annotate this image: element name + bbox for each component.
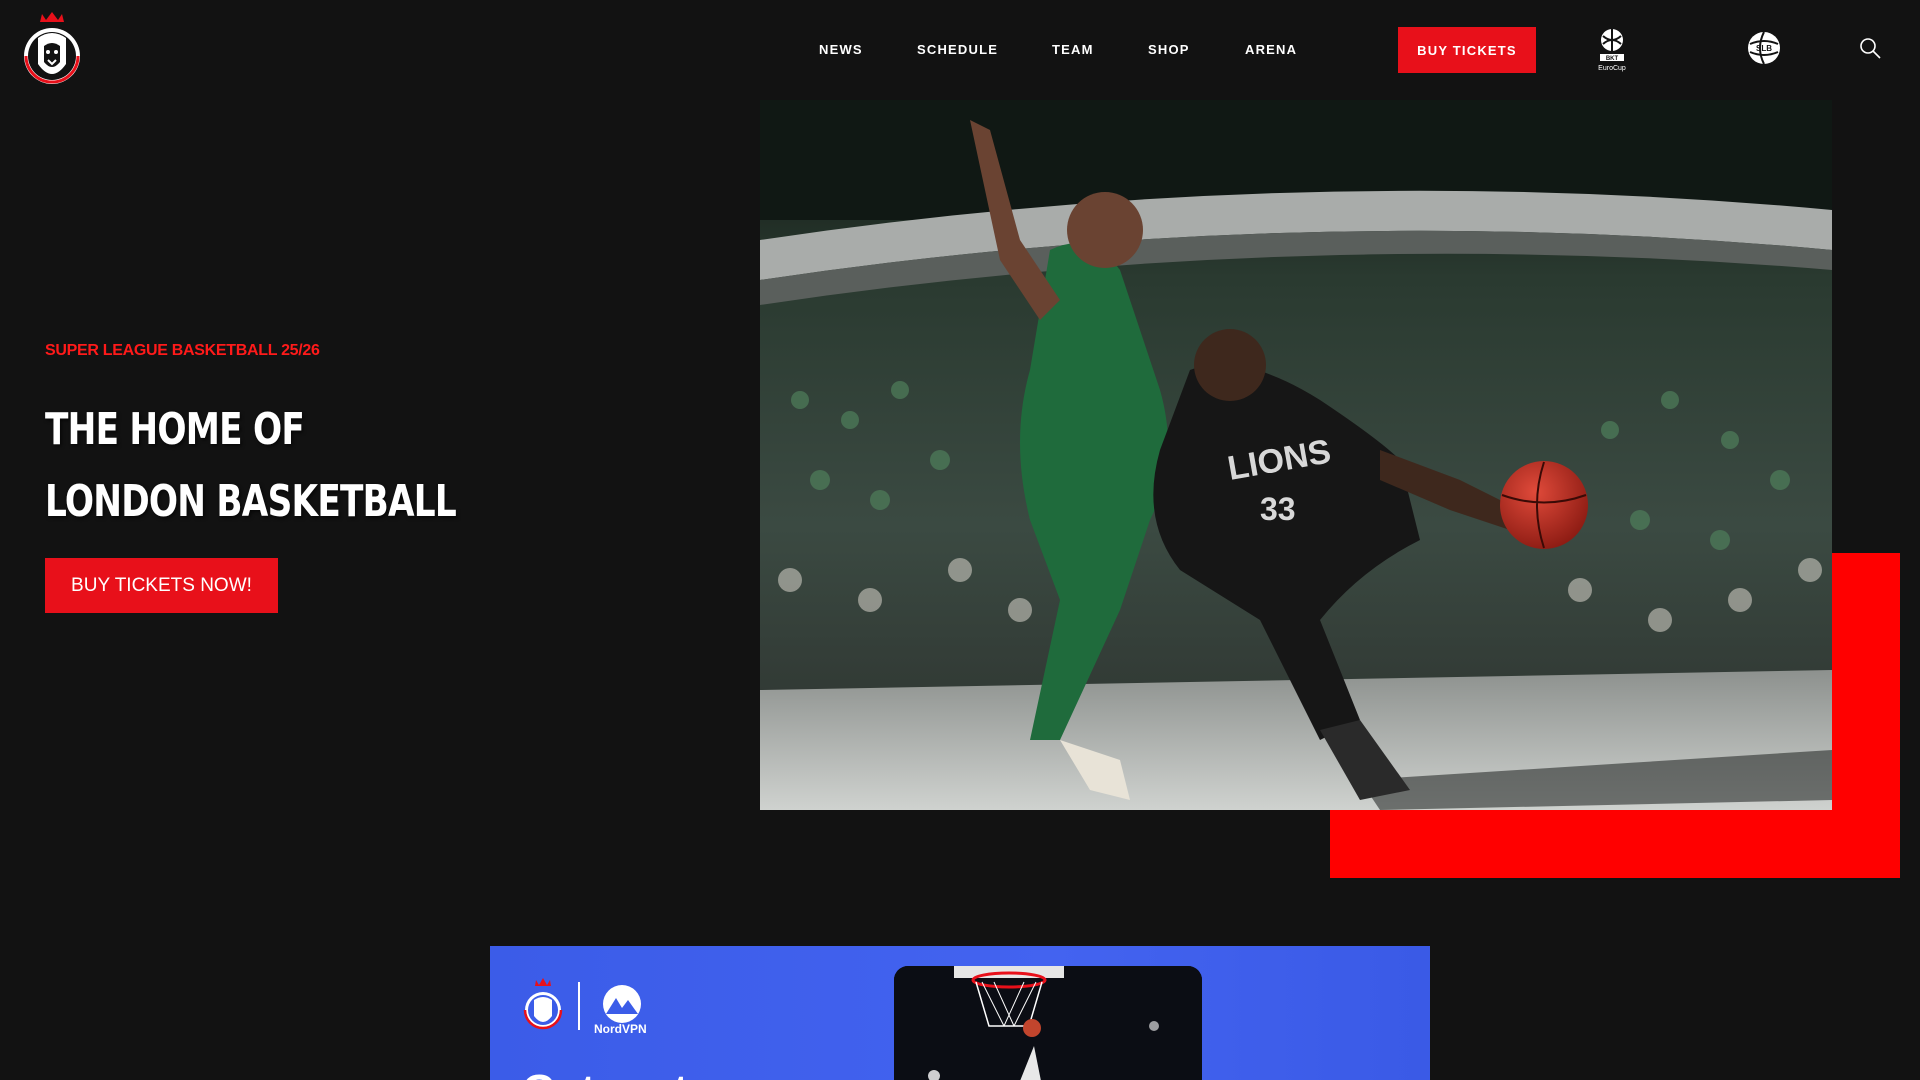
eurocup-logo-icon[interactable]: BKT EuroCup bbox=[1590, 26, 1634, 74]
hero-title-line-2: LONDON BASKETBALL bbox=[45, 476, 457, 527]
svg-text:SLB: SLB bbox=[1756, 44, 1772, 53]
svg-text:BKT: BKT bbox=[1606, 56, 1619, 62]
hero-kicker: SUPER LEAGUE BASKETBALL 25/26 bbox=[45, 342, 320, 359]
nordvpn-promo-banner[interactable]: NordVPN Get up to bbox=[490, 946, 1430, 1080]
buy-tickets-button[interactable]: BUY TICKETS bbox=[1398, 27, 1536, 73]
svg-text:33: 33 bbox=[1260, 491, 1296, 527]
nav-item-arena[interactable]: ARENA bbox=[1245, 42, 1297, 57]
nav-item-shop[interactable]: SHOP bbox=[1148, 42, 1190, 57]
nordvpn-wordmark: NordVPN bbox=[594, 1022, 647, 1036]
eurocup-logo-text: EuroCup bbox=[1598, 65, 1626, 72]
buy-tickets-now-button[interactable]: BUY TICKETS NOW! bbox=[45, 558, 278, 613]
hero-text-block: SUPER LEAGUE BASKETBALL 25/26 THE HOME O… bbox=[45, 342, 685, 538]
nav-item-team[interactable]: TEAM bbox=[1052, 42, 1094, 57]
site-header: NEWS SCHEDULE TEAM SHOP ARENA BUY TICKET… bbox=[0, 0, 1920, 100]
promo-headline: Get up to bbox=[522, 1066, 715, 1080]
nav-item-news[interactable]: NEWS bbox=[819, 42, 863, 57]
page: NEWS SCHEDULE TEAM SHOP ARENA BUY TICKET… bbox=[0, 0, 1920, 1080]
hero-photo: LIONS 33 bbox=[760, 100, 1832, 810]
promo-divider bbox=[578, 982, 580, 1030]
hero-title-line-1: THE HOME OF bbox=[45, 404, 305, 455]
hero-title: THE HOME OF LONDON BASKETBALL bbox=[45, 394, 544, 538]
nav-item-schedule[interactable]: SCHEDULE bbox=[917, 42, 998, 57]
london-lions-small-logo bbox=[523, 978, 563, 1030]
sle-logo-icon[interactable]: SLB bbox=[1746, 30, 1782, 66]
promo-dunk-photo bbox=[894, 966, 1202, 1080]
search-icon[interactable] bbox=[1858, 36, 1882, 60]
